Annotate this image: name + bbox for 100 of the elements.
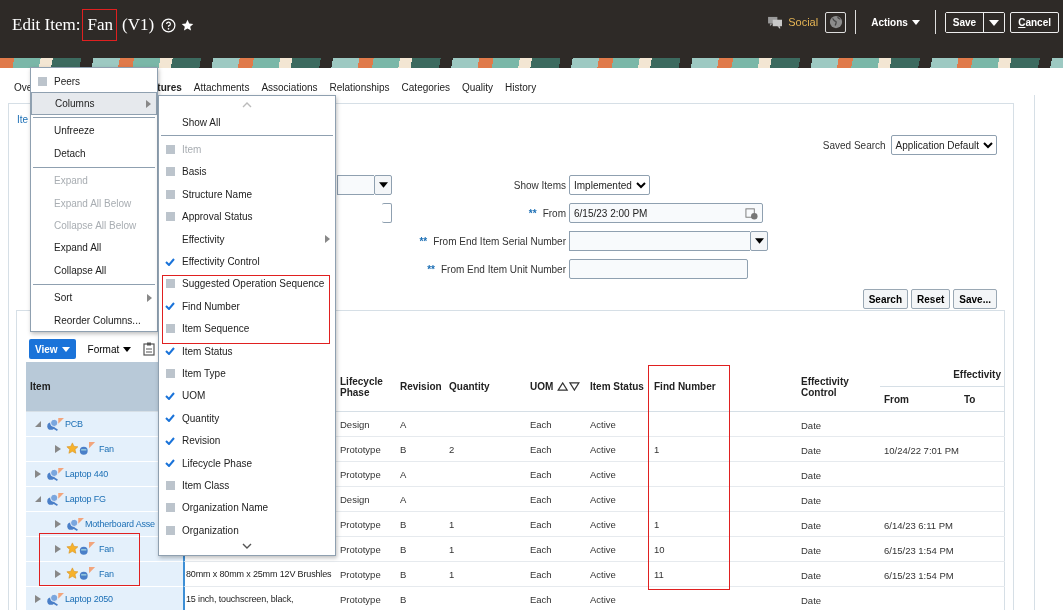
column-header[interactable]: To <box>960 387 1005 412</box>
combo-field[interactable] <box>569 231 768 251</box>
column-header[interactable]: Quantity <box>445 362 526 412</box>
expand-icon[interactable] <box>54 445 62 453</box>
chevron-down-icon <box>635 181 646 189</box>
table-cell: Prototype <box>340 543 381 555</box>
calendar-icon[interactable] <box>745 206 758 220</box>
expand-icon[interactable] <box>34 595 42 603</box>
search-form-button[interactable]: Search <box>862 289 909 309</box>
column-header[interactable]: UOM <box>526 362 586 412</box>
expand-icon[interactable] <box>54 520 62 528</box>
chevron-down-icon <box>983 141 993 149</box>
dropdown-field[interactable] <box>382 203 392 223</box>
menu-item[interactable]: Detach <box>31 142 157 165</box>
menu-item[interactable]: Unfreeze <box>31 119 157 143</box>
table-cell: 10/24/22 7:01 PM <box>884 444 959 456</box>
field-label: Saved Search <box>822 139 886 151</box>
menu-item[interactable]: Find Number <box>159 295 335 318</box>
table-cell: Prototype <box>340 593 381 605</box>
tab[interactable]: History <box>505 82 537 94</box>
caret-icon <box>61 346 70 352</box>
tree-item-link[interactable]: PCB <box>65 419 83 429</box>
collapse-icon[interactable] <box>34 495 42 503</box>
table-cell: Date <box>801 519 822 531</box>
tree-item-link[interactable]: Laptop FG <box>65 494 106 504</box>
actions-menu-button[interactable]: Actions <box>865 16 926 28</box>
caret-icon <box>378 182 388 188</box>
scroll-up-icon[interactable] <box>242 102 252 108</box>
field-label: Show Items <box>512 179 566 191</box>
menu-item[interactable]: Effectivity Control <box>159 250 335 273</box>
menu-item[interactable]: Organization Name <box>159 496 335 520</box>
menu-item[interactable]: Reorder Columns... <box>31 308 157 332</box>
table-cell: Active <box>590 543 616 555</box>
tab[interactable]: Attachments <box>193 82 250 94</box>
tab[interactable]: Associations <box>261 82 318 94</box>
show-items-select[interactable]: Implemented <box>569 175 650 195</box>
tab[interactable]: Categories <box>401 82 450 94</box>
menu-item[interactable]: Columns <box>31 92 157 115</box>
tab[interactable]: Quality <box>461 82 494 94</box>
column-header[interactable]: Effectivity Control <box>797 362 880 412</box>
table-cell: Each <box>530 443 552 455</box>
column-header[interactable]: Find Number <box>650 362 797 412</box>
tree-item-link[interactable]: Fan <box>99 569 114 579</box>
structure-icon <box>46 417 64 431</box>
globe-button[interactable] <box>825 11 847 33</box>
save-options-button[interactable] <box>983 12 1005 32</box>
column-header[interactable]: Revision <box>396 362 445 412</box>
column-header[interactable]: Item Status <box>586 362 650 412</box>
menu-item[interactable]: Effectivity <box>159 227 335 251</box>
menu-item[interactable]: Basis <box>159 160 335 184</box>
expand-icon[interactable] <box>34 470 42 478</box>
tab[interactable]: Relationships <box>329 82 390 94</box>
tab[interactable]: tures <box>157 82 182 94</box>
expand-icon[interactable] <box>54 570 62 578</box>
menu-item[interactable]: Item Status <box>159 339 335 363</box>
table-cell: A <box>400 493 407 505</box>
menu-item[interactable]: Show All <box>159 111 335 134</box>
tree-item-link[interactable]: Fan <box>99 444 114 454</box>
breadcrumb-link[interactable]: Ite <box>17 114 29 125</box>
search-form-button[interactable]: Reset <box>911 289 951 309</box>
sort-icon[interactable] <box>557 382 582 391</box>
collapse-icon[interactable] <box>34 420 42 428</box>
menu-item[interactable]: Item Sequence <box>159 317 335 340</box>
menu-item[interactable]: Suggested Operation Sequence <box>159 272 335 296</box>
menu-item[interactable]: Organization <box>159 519 335 542</box>
tree-item-link[interactable]: Motherboard Asse <box>85 519 155 529</box>
date-field[interactable]: 6/15/23 2:00 PM <box>569 203 763 223</box>
dropdown-field[interactable] <box>337 175 392 195</box>
field-label: From End Item Unit Number <box>440 263 566 275</box>
tree-item-link[interactable]: Laptop 440 <box>65 469 109 479</box>
menu-item[interactable]: Revision <box>159 429 335 452</box>
tree-item-link[interactable]: Fan <box>99 544 114 554</box>
saved-search-select[interactable]: Application Default <box>890 135 997 155</box>
view-menu-button[interactable]: View <box>29 339 76 359</box>
format-menu-button[interactable]: Format <box>83 343 136 355</box>
star-icon[interactable] <box>181 18 195 32</box>
scroll-down-icon[interactable] <box>242 543 252 550</box>
submenu-arrow-icon <box>146 99 151 108</box>
cancel-button[interactable]: Cancel <box>1010 11 1059 33</box>
table-cell: 6/15/23 1:54 PM <box>884 544 954 556</box>
social-link[interactable]: Social <box>788 16 819 28</box>
menu-item[interactable]: Structure Name <box>159 183 335 206</box>
clipboard-icon[interactable] <box>143 342 156 356</box>
menu-item[interactable]: Collapse All <box>31 259 157 282</box>
input-field[interactable] <box>569 259 748 279</box>
help-icon[interactable] <box>161 17 177 33</box>
table-cell: 2 <box>449 443 455 455</box>
menu-item[interactable]: Approval Status <box>159 205 335 228</box>
column-header[interactable]: From <box>880 387 960 412</box>
menu-item[interactable]: Item Class <box>159 474 335 497</box>
menu-item[interactable]: Sort <box>31 286 157 309</box>
table-cell: 10 <box>654 543 665 555</box>
search-form-button[interactable]: Save... <box>953 289 997 309</box>
menu-item[interactable]: Peers <box>31 70 157 93</box>
menu-item[interactable]: Expand All <box>31 236 157 260</box>
expand-icon[interactable] <box>54 545 62 553</box>
required-marker: ** <box>419 235 428 247</box>
menu-item[interactable]: Lifecycle Phase <box>159 451 335 475</box>
tree-item-link[interactable]: Laptop 2050 <box>65 594 113 604</box>
table-cell: Prototype <box>340 568 381 580</box>
